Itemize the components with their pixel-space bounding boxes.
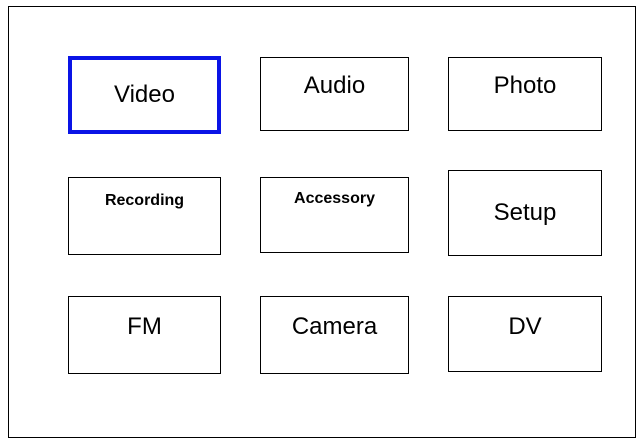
menu-panel: Video Audio Photo Recording Accessory Se… <box>8 6 636 438</box>
photo-label: Photo <box>493 72 557 99</box>
dv-label: DV <box>508 313 542 340</box>
camera-label: Camera <box>291 313 378 340</box>
camera-button[interactable]: Camera <box>260 296 409 374</box>
setup-label: Setup <box>493 199 557 226</box>
dv-button[interactable]: DV <box>448 296 602 372</box>
video-button[interactable]: Video <box>68 56 221 134</box>
accessory-label: Accessory <box>294 190 375 207</box>
fm-button[interactable]: FM <box>68 296 221 374</box>
accessory-button[interactable]: Accessory <box>260 177 409 253</box>
setup-button[interactable]: Setup <box>448 170 602 256</box>
recording-button[interactable]: Recording <box>68 177 221 255</box>
video-label: Video <box>114 81 175 108</box>
fm-label: FM <box>127 313 162 340</box>
photo-button[interactable]: Photo <box>448 57 602 131</box>
audio-label: Audio <box>303 72 366 99</box>
audio-button[interactable]: Audio <box>260 57 409 131</box>
recording-label: Recording <box>104 192 185 209</box>
